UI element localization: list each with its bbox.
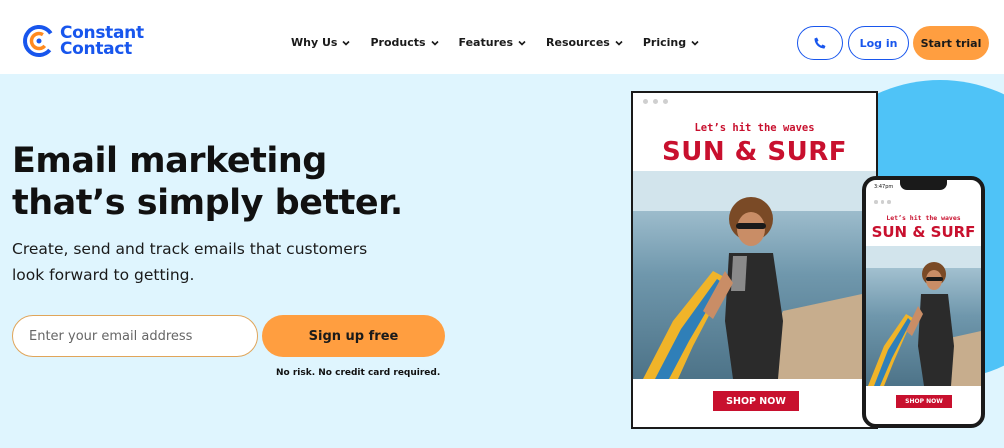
mobile-email-preview: 3:47pm Let’s hit the waves SUN & SURF SH…	[862, 176, 985, 428]
shop-now-button[interactable]: SHOP NOW	[713, 391, 799, 411]
surfer-photo	[866, 246, 981, 386]
logo-wordmark: Constant Contact	[60, 25, 144, 59]
login-button[interactable]: Log in	[848, 26, 909, 60]
constant-contact-logo[interactable]: Constant Contact	[22, 24, 144, 58]
email-title: SUN & SURF	[871, 223, 976, 241]
email-title: SUN & SURF	[662, 137, 847, 167]
nav-resources[interactable]: Resources	[546, 36, 623, 49]
main-nav: Why Us Products Features Resources Prici…	[291, 36, 719, 49]
desktop-email-preview: Let’s hit the waves SUN & SURF SHOP NOW	[631, 91, 878, 429]
hero-section: Email marketing that’s simply better. Cr…	[0, 74, 1004, 448]
chevron-down-icon	[518, 40, 526, 46]
nav-label: Resources	[546, 36, 610, 49]
nav-label: Products	[370, 36, 426, 49]
hero-subtext: Create, send and track emails that custo…	[12, 240, 368, 284]
window-dot	[880, 200, 884, 204]
logo-line-2: Contact	[60, 39, 132, 59]
phone-notch	[900, 180, 947, 190]
chevron-down-icon	[615, 40, 623, 46]
email-tagline: Let’s hit the waves	[886, 214, 961, 222]
shop-now-button[interactable]: SHOP NOW	[896, 395, 952, 408]
nav-label: Pricing	[642, 36, 687, 49]
phone-time: 3:47pm	[874, 184, 894, 190]
window-dot	[643, 99, 648, 104]
start-trial-button[interactable]: Start trial	[913, 26, 989, 60]
window-dots	[643, 99, 668, 104]
email-input[interactable]	[12, 315, 258, 357]
chevron-down-icon	[691, 40, 699, 46]
nav-features[interactable]: Features	[459, 36, 526, 49]
sign-up-free-button[interactable]: Sign up free	[262, 315, 445, 357]
nav-pricing[interactable]: Pricing	[643, 36, 699, 49]
hero-headline: Email marketing that’s simply better.	[12, 141, 403, 223]
nav-label: Features	[458, 36, 514, 49]
phone-button[interactable]	[797, 26, 843, 60]
chevron-down-icon	[342, 40, 351, 46]
nav-label: Why Us	[291, 36, 338, 49]
chevron-down-icon	[430, 40, 439, 46]
surfer-photo	[633, 171, 876, 379]
nav-why-us[interactable]: Why Us	[291, 36, 351, 49]
window-dots	[874, 200, 891, 204]
window-dot	[887, 200, 891, 204]
nav-products[interactable]: Products	[370, 36, 439, 49]
window-dot	[874, 200, 878, 204]
phone-icon	[814, 37, 826, 49]
constant-contact-logo-icon	[23, 25, 55, 57]
window-dot	[653, 99, 658, 104]
site-header: Constant Contact Why Us Products Feature…	[0, 0, 1004, 74]
disclaimer-text: No risk. No credit card required.	[276, 368, 441, 378]
email-tagline: Let’s hit the waves	[694, 122, 815, 134]
window-dot	[663, 99, 668, 104]
